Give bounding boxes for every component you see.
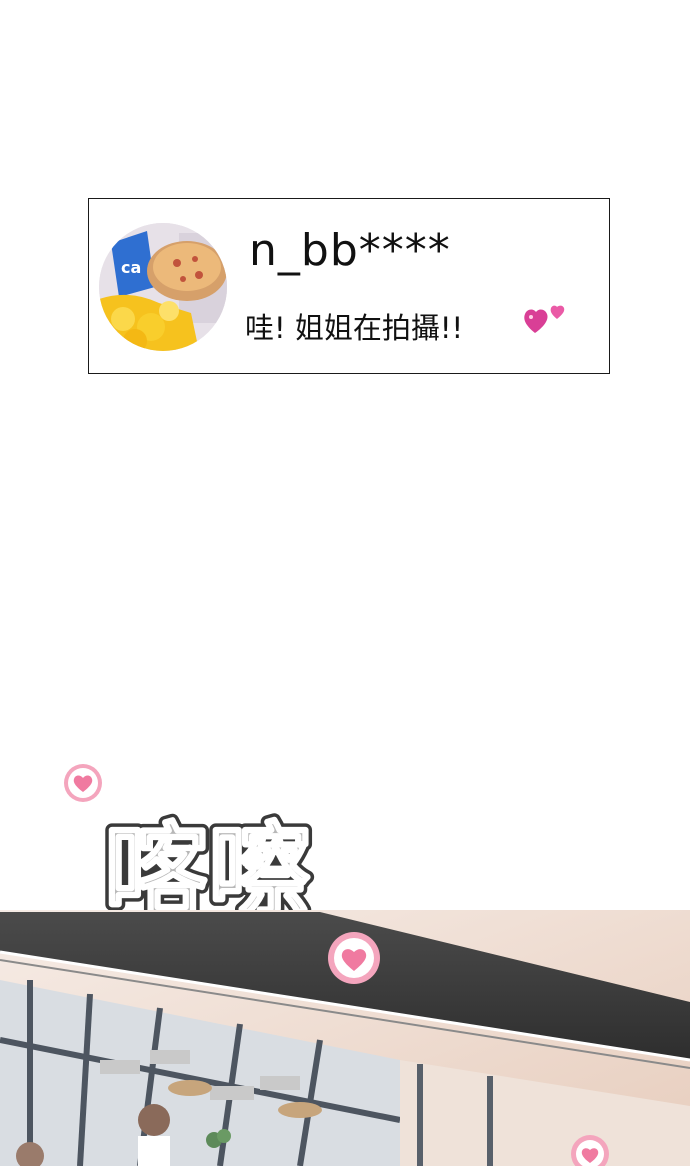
svg-text:ca: ca xyxy=(121,258,141,277)
floating-heart-icon xyxy=(571,1135,609,1166)
two-hearts-icon xyxy=(524,305,565,333)
comment-text: 哇! 姐姐在拍攝!! xyxy=(245,311,464,345)
floating-heart-icon xyxy=(328,932,380,984)
comment-username: n_bb**** xyxy=(249,225,451,276)
comment-card: ca n_bb**** 哇! 姐姐在拍攝!! xyxy=(88,198,610,374)
user-avatar[interactable]: ca xyxy=(99,223,227,351)
avatar-food-photo-icon: ca xyxy=(99,223,227,351)
